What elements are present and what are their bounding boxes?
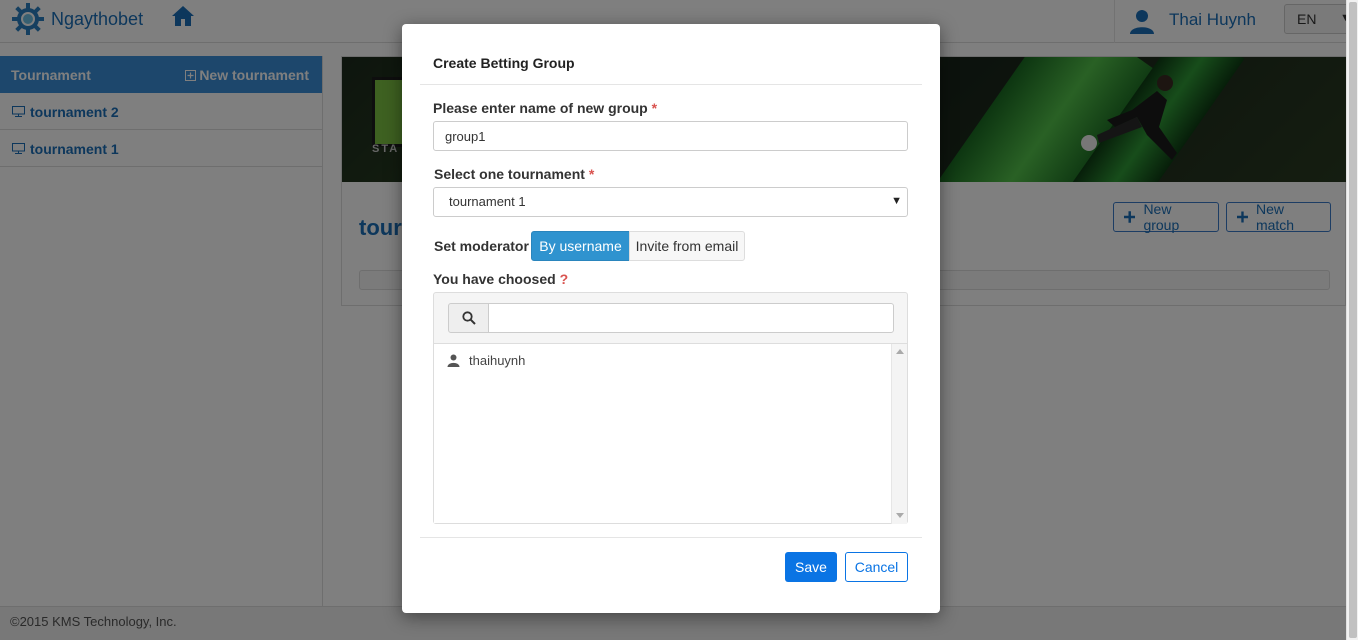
page-scrollbar[interactable] — [1346, 0, 1358, 640]
user-search-input[interactable] — [488, 303, 894, 333]
modal-title: Create Betting Group — [433, 55, 575, 71]
tournament-selected-value: tournament 1 — [449, 194, 526, 209]
list-scrollbar[interactable] — [891, 344, 907, 524]
moderator-label: Set moderator * — [434, 238, 538, 254]
group-name-label: Please enter name of new group * — [433, 100, 658, 116]
invite-email-toggle[interactable]: Invite from email — [629, 231, 745, 261]
scroll-up-icon[interactable] — [896, 349, 904, 354]
by-username-toggle[interactable]: By username — [531, 231, 630, 261]
save-button[interactable]: Save — [785, 552, 837, 582]
group-name-input[interactable] — [433, 121, 908, 151]
divider — [420, 537, 922, 538]
chosen-user-list: thaihuynh — [434, 343, 907, 524]
required-mark: * — [588, 166, 595, 182]
search-addon — [448, 303, 489, 333]
chosen-label: You have choosed ? — [433, 271, 569, 287]
help-icon[interactable]: ? — [560, 271, 569, 287]
tournament-label: Select one tournament * — [434, 166, 595, 182]
scrollbar-thumb[interactable] — [1349, 2, 1357, 638]
list-item[interactable]: thaihuynh — [447, 353, 525, 368]
divider — [420, 84, 922, 85]
cancel-button[interactable]: Cancel — [845, 552, 908, 582]
search-icon — [461, 311, 476, 325]
tournament-select[interactable]: tournament 1 ▼ — [433, 187, 908, 217]
scroll-down-icon[interactable] — [896, 513, 904, 518]
person-icon — [447, 354, 460, 367]
required-mark: * — [651, 100, 658, 116]
user-picker: thaihuynh — [433, 292, 908, 524]
chosen-username: thaihuynh — [469, 353, 526, 368]
create-group-modal: Create Betting Group Please enter name o… — [402, 24, 940, 613]
caret-down-icon: ▼ — [891, 195, 902, 207]
